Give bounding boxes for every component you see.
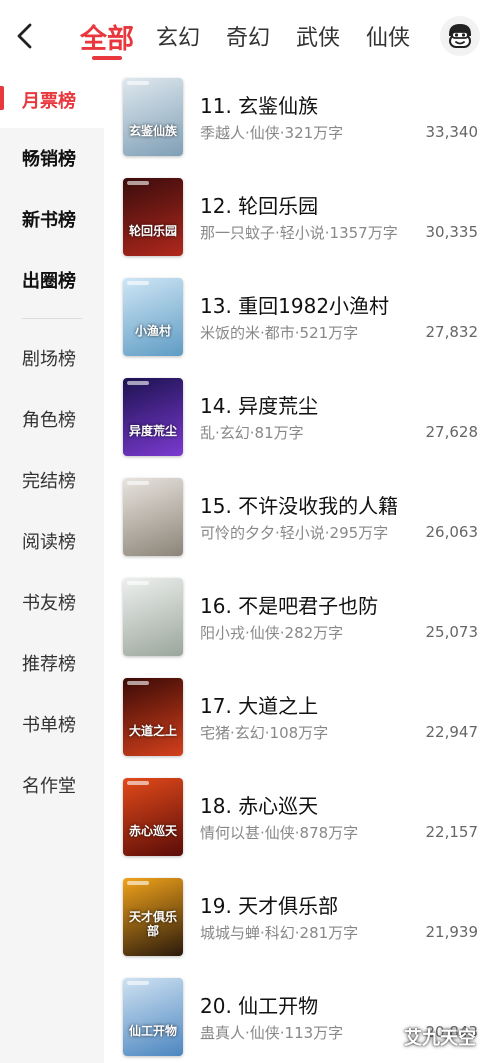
- cover-logo: [127, 781, 149, 785]
- cover-logo: [127, 581, 149, 585]
- book-meta: 米饭的米·都市·521万字: [200, 324, 359, 342]
- monthly-ticket-count: 25,073: [425, 623, 479, 641]
- tab-wuxia[interactable]: 武侠: [296, 14, 340, 58]
- book-meta: 季越人·仙侠·321万字: [200, 124, 344, 142]
- sidebar-item-booklist[interactable]: 书单榜: [0, 696, 104, 752]
- book-cover[interactable]: 仙工开物: [123, 978, 183, 1056]
- book-cover[interactable]: 天才俱乐部: [123, 878, 183, 956]
- book-title[interactable]: 16. 不是吧君子也防: [200, 590, 378, 619]
- book-title[interactable]: 19. 天才俱乐部: [200, 890, 338, 919]
- cover-title: 异度荒尘: [128, 424, 177, 438]
- cover-title: 玄鉴仙族: [128, 124, 177, 138]
- sidebar-item-recommend[interactable]: 推荐榜: [0, 635, 104, 691]
- sidebar-item-bestseller[interactable]: 畅销榜: [0, 130, 104, 186]
- book-meta: 那一只蚊子·轻小说·1357万字: [200, 224, 398, 242]
- chevron-left-icon: [17, 23, 32, 49]
- book-cover[interactable]: 赤心巡天: [123, 778, 183, 856]
- cover-logo: [127, 481, 149, 485]
- category-tabs: 全部 玄幻 奇幻 武侠 仙侠: [80, 14, 436, 60]
- book-title[interactable]: 18. 赤心巡天: [200, 790, 318, 819]
- top-bar: 全部 玄幻 奇幻 武侠 仙侠: [0, 0, 500, 72]
- tab-xianxia[interactable]: 仙侠: [366, 14, 410, 58]
- book-meta: 城城与蝉·科幻·281万字: [200, 924, 359, 942]
- list-item[interactable]: 轮回乐园 12. 轮回乐园 那一只蚊子·轻小说·1357万字 30,335: [104, 176, 500, 276]
- sidebar-item-breakout[interactable]: 出圈榜: [0, 252, 104, 308]
- book-cover[interactable]: 轮回乐园: [123, 178, 183, 256]
- book-ranking-list: 玄鉴仙族 11. 玄鉴仙族 季越人·仙侠·321万字 33,340 轮回乐园 1…: [104, 72, 500, 1063]
- book-meta: 阳小戎·仙侠·282万字: [200, 624, 344, 642]
- cover-logo: [127, 981, 149, 985]
- monthly-ticket-count: 27,832: [425, 323, 479, 341]
- cover-title: 仙工开物: [128, 1024, 177, 1038]
- book-meta: 情何以甚·仙侠·878万字: [200, 824, 359, 842]
- cover-title: 赤心巡天: [128, 824, 177, 838]
- book-title[interactable]: 14. 异度荒尘: [200, 390, 318, 419]
- tab-xuanhuan[interactable]: 玄幻: [156, 14, 200, 58]
- book-cover[interactable]: [123, 578, 183, 656]
- avatar[interactable]: [440, 16, 480, 56]
- monthly-ticket-count: 21,939: [425, 923, 479, 941]
- back-button[interactable]: [10, 18, 40, 54]
- tab-all[interactable]: 全部: [80, 14, 134, 60]
- book-title[interactable]: 20. 仙工开物: [200, 990, 318, 1019]
- list-item[interactable]: 小渔村 13. 重回1982小渔村 米饭的米·都市·521万字 27,832: [104, 276, 500, 376]
- book-title[interactable]: 15. 不许没收我的人籍: [200, 490, 398, 519]
- cover-logo: [127, 81, 149, 85]
- sidebar-item-completed[interactable]: 完结榜: [0, 452, 104, 508]
- list-item[interactable]: 15. 不许没收我的人籍 可怜的夕夕·轻小说·295万字 26,063: [104, 476, 500, 576]
- monthly-ticket-count: 26,063: [425, 523, 479, 541]
- list-item[interactable]: 16. 不是吧君子也防 阳小戎·仙侠·282万字 25,073: [104, 576, 500, 676]
- cover-logo: [127, 381, 149, 385]
- cover-title: 小渔村: [134, 324, 171, 338]
- cover-title: 天才俱乐部: [128, 910, 177, 938]
- book-title[interactable]: 11. 玄鉴仙族: [200, 90, 318, 119]
- cover-logo: [127, 181, 149, 185]
- tab-qihuan[interactable]: 奇幻: [226, 14, 270, 58]
- sidebar-item-reading[interactable]: 阅读榜: [0, 513, 104, 569]
- sidebar-item-hall-of-fame[interactable]: 名作堂: [0, 757, 104, 813]
- ranking-sidebar: 月票榜 畅销榜 新书榜 出圈榜 剧场榜 角色榜 完结榜 阅读榜 书友榜 推荐榜 …: [0, 72, 104, 1063]
- cover-title: 轮回乐园: [128, 224, 177, 238]
- list-item[interactable]: 大道之上 17. 大道之上 宅猪·玄幻·108万字 22,947: [104, 676, 500, 776]
- monthly-ticket-count: 22,947: [425, 723, 479, 741]
- book-meta: 蛊真人·仙侠·113万字: [200, 1024, 344, 1042]
- cover-logo: [127, 281, 149, 285]
- book-meta: 乱·玄幻·81万字: [200, 424, 304, 442]
- cover-logo: [127, 681, 149, 685]
- book-cover[interactable]: 小渔村: [123, 278, 183, 356]
- monthly-ticket-count: 27,628: [425, 423, 479, 441]
- book-meta: 可怜的夕夕·轻小说·295万字: [200, 524, 389, 542]
- book-cover[interactable]: 大道之上: [123, 678, 183, 756]
- cover-title: 大道之上: [128, 724, 177, 738]
- sidebar-item-new-books[interactable]: 新书榜: [0, 191, 104, 247]
- sidebar-item-book-friends[interactable]: 书友榜: [0, 574, 104, 630]
- monthly-ticket-count: 22,157: [425, 823, 479, 841]
- sidebar-item-theater[interactable]: 剧场榜: [0, 330, 104, 386]
- sidebar-divider: [22, 318, 82, 319]
- list-item[interactable]: 异度荒尘 14. 异度荒尘 乱·玄幻·81万字 27,628: [104, 376, 500, 476]
- cover-logo: [127, 881, 149, 885]
- book-title[interactable]: 12. 轮回乐园: [200, 190, 318, 219]
- sidebar-item-character[interactable]: 角色榜: [0, 391, 104, 447]
- book-cover[interactable]: 异度荒尘: [123, 378, 183, 456]
- mascot-face-icon: [449, 24, 471, 48]
- monthly-ticket-count: 33,340: [425, 123, 479, 141]
- book-meta: 宅猪·玄幻·108万字: [200, 724, 329, 742]
- monthly-ticket-count: 30,335: [425, 223, 479, 241]
- watermark: 艾九天空: [404, 1028, 476, 1049]
- sidebar-item-monthly-ticket[interactable]: 月票榜: [0, 72, 104, 128]
- book-cover[interactable]: [123, 478, 183, 556]
- list-item[interactable]: 天才俱乐部 19. 天才俱乐部 城城与蝉·科幻·281万字 21,939: [104, 876, 500, 976]
- book-cover[interactable]: 玄鉴仙族: [123, 78, 183, 156]
- book-title[interactable]: 13. 重回1982小渔村: [200, 290, 389, 319]
- list-item[interactable]: 赤心巡天 18. 赤心巡天 情何以甚·仙侠·878万字 22,157: [104, 776, 500, 876]
- book-title[interactable]: 17. 大道之上: [200, 690, 318, 719]
- list-item[interactable]: 玄鉴仙族 11. 玄鉴仙族 季越人·仙侠·321万字 33,340: [104, 76, 500, 176]
